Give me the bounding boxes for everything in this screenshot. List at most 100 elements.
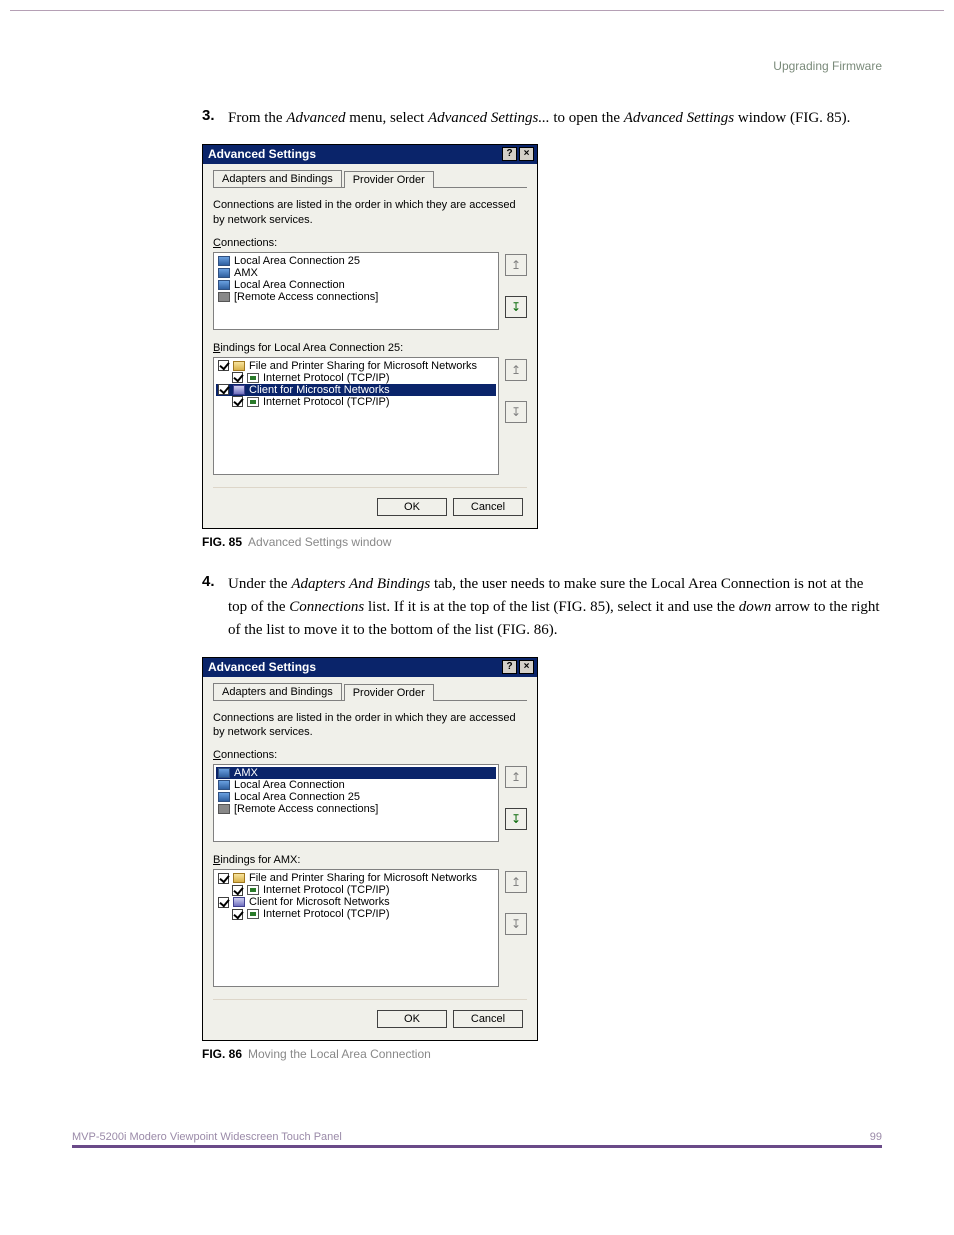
connections-label: Connections: bbox=[213, 237, 527, 249]
service-icon bbox=[233, 361, 245, 371]
move-up-button[interactable]: ↥ bbox=[505, 359, 527, 381]
dialog-title: Advanced Settings bbox=[208, 660, 316, 674]
bindings-listbox[interactable]: File and Printer Sharing for Microsoft N… bbox=[213, 357, 499, 475]
list-item-label: Internet Protocol (TCP/IP) bbox=[263, 884, 390, 896]
text-italic: Advanced Settings bbox=[624, 110, 734, 126]
list-item[interactable]: Local Area Connection 25 bbox=[216, 791, 496, 803]
checkbox-icon[interactable] bbox=[232, 396, 243, 407]
checkbox-icon[interactable] bbox=[232, 909, 243, 920]
figure-caption-85: FIG. 85 Advanced Settings window bbox=[202, 535, 882, 549]
network-icon bbox=[218, 256, 230, 266]
move-down-button[interactable]: ↧ bbox=[505, 913, 527, 935]
network-icon bbox=[218, 792, 230, 802]
checkbox-icon[interactable] bbox=[232, 885, 243, 896]
protocol-icon bbox=[247, 373, 259, 383]
help-button[interactable]: ? bbox=[502, 660, 517, 674]
list-item[interactable]: Local Area Connection bbox=[216, 279, 496, 291]
text: window (FIG. 85). bbox=[734, 110, 850, 126]
tab-adapters-bindings[interactable]: Adapters and Bindings bbox=[213, 683, 342, 700]
close-button[interactable]: × bbox=[519, 660, 534, 674]
step-number: 4. bbox=[202, 573, 228, 643]
list-item[interactable]: Internet Protocol (TCP/IP) bbox=[216, 396, 496, 408]
text: Under the bbox=[228, 576, 291, 592]
list-item[interactable]: Local Area Connection bbox=[216, 779, 496, 791]
step-4: 4. Under the Adapters And Bindings tab, … bbox=[202, 573, 882, 643]
checkbox-icon[interactable] bbox=[218, 897, 229, 908]
list-item-selected[interactable]: AMX bbox=[216, 767, 496, 779]
list-item[interactable]: [Remote Access connections] bbox=[216, 803, 496, 815]
tab-provider-order[interactable]: Provider Order bbox=[344, 684, 434, 701]
list-item-label: Client for Microsoft Networks bbox=[249, 896, 390, 908]
service-icon bbox=[233, 873, 245, 883]
advanced-settings-dialog-1: Advanced Settings ? × Adapters and Bindi… bbox=[202, 144, 538, 529]
list-item[interactable]: Internet Protocol (TCP/IP) bbox=[216, 908, 496, 920]
list-item-selected[interactable]: Client for Microsoft Networks bbox=[216, 384, 496, 396]
step-3: 3. From the Advanced menu, select Advanc… bbox=[202, 107, 882, 130]
connections-listbox[interactable]: AMX Local Area Connection Local Area Con… bbox=[213, 764, 499, 842]
network-icon bbox=[218, 268, 230, 278]
list-item[interactable]: [Remote Access connections] bbox=[216, 291, 496, 303]
list-item[interactable]: AMX bbox=[216, 267, 496, 279]
bindings-label: Bindings for Local Area Connection 25: bbox=[213, 342, 527, 354]
text-italic: Adapters And Bindings bbox=[291, 576, 430, 592]
text-italic: Advanced Settings... bbox=[428, 110, 550, 126]
advanced-settings-dialog-2: Advanced Settings ? × Adapters and Bindi… bbox=[202, 657, 538, 1042]
close-button[interactable]: × bbox=[519, 147, 534, 161]
move-up-button[interactable]: ↥ bbox=[505, 766, 527, 788]
tab-adapters-bindings[interactable]: Adapters and Bindings bbox=[213, 170, 342, 187]
text: From the bbox=[228, 110, 286, 126]
text-italic: down bbox=[739, 599, 772, 615]
move-down-button[interactable]: ↧ bbox=[505, 808, 527, 830]
text: menu, select bbox=[345, 110, 427, 126]
protocol-icon bbox=[247, 397, 259, 407]
list-item-label: Internet Protocol (TCP/IP) bbox=[263, 908, 390, 920]
list-item[interactable]: File and Printer Sharing for Microsoft N… bbox=[216, 872, 496, 884]
figure-text: Advanced Settings window bbox=[248, 535, 391, 549]
checkbox-icon[interactable] bbox=[218, 360, 229, 371]
connections-label: Connections: bbox=[213, 749, 527, 761]
list-item-label: Internet Protocol (TCP/IP) bbox=[263, 396, 390, 408]
list-item[interactable]: Client for Microsoft Networks bbox=[216, 896, 496, 908]
protocol-icon bbox=[247, 885, 259, 895]
list-item-label: Internet Protocol (TCP/IP) bbox=[263, 372, 390, 384]
figure-text: Moving the Local Area Connection bbox=[248, 1047, 431, 1061]
list-item[interactable]: Internet Protocol (TCP/IP) bbox=[216, 884, 496, 896]
page-footer: MVP-5200i Modero Viewpoint Widescreen To… bbox=[72, 1131, 882, 1148]
checkbox-icon[interactable] bbox=[218, 384, 229, 395]
checkbox-icon[interactable] bbox=[232, 372, 243, 383]
dialog-description: Connections are listed in the order in w… bbox=[213, 198, 527, 227]
list-item[interactable]: File and Printer Sharing for Microsoft N… bbox=[216, 360, 496, 372]
ok-button[interactable]: OK bbox=[377, 498, 447, 516]
help-button[interactable]: ? bbox=[502, 147, 517, 161]
cancel-button[interactable]: Cancel bbox=[453, 1010, 523, 1028]
text-italic: Advanced bbox=[286, 110, 345, 126]
client-icon bbox=[233, 897, 245, 907]
list-item-label: Local Area Connection bbox=[234, 779, 345, 791]
move-down-button[interactable]: ↧ bbox=[505, 296, 527, 318]
cancel-button[interactable]: Cancel bbox=[453, 498, 523, 516]
protocol-icon bbox=[247, 909, 259, 919]
tab-strip: Adapters and Bindings Provider Order bbox=[213, 170, 527, 188]
text-italic: Connections bbox=[289, 599, 364, 615]
list-item-label: [Remote Access connections] bbox=[234, 291, 378, 303]
figure-label: FIG. 85 bbox=[202, 535, 242, 549]
dialog-titlebar[interactable]: Advanced Settings ? × bbox=[203, 658, 537, 677]
checkbox-icon[interactable] bbox=[218, 873, 229, 884]
section-header: Upgrading Firmware bbox=[72, 59, 882, 73]
remote-icon bbox=[218, 292, 230, 302]
ok-button[interactable]: OK bbox=[377, 1010, 447, 1028]
move-down-button[interactable]: ↧ bbox=[505, 401, 527, 423]
dialog-titlebar[interactable]: Advanced Settings ? × bbox=[203, 145, 537, 164]
list-item-label: [Remote Access connections] bbox=[234, 803, 378, 815]
step-text: From the Advanced menu, select Advanced … bbox=[228, 107, 882, 130]
tab-provider-order[interactable]: Provider Order bbox=[344, 171, 434, 188]
bindings-listbox[interactable]: File and Printer Sharing for Microsoft N… bbox=[213, 869, 499, 987]
move-up-button[interactable]: ↥ bbox=[505, 254, 527, 276]
list-item[interactable]: Internet Protocol (TCP/IP) bbox=[216, 372, 496, 384]
connections-listbox[interactable]: Local Area Connection 25 AMX Local Area … bbox=[213, 252, 499, 330]
list-item[interactable]: Local Area Connection 25 bbox=[216, 255, 496, 267]
list-item-label: File and Printer Sharing for Microsoft N… bbox=[249, 872, 477, 884]
figure-label: FIG. 86 bbox=[202, 1047, 242, 1061]
move-up-button[interactable]: ↥ bbox=[505, 871, 527, 893]
text: to open the bbox=[550, 110, 624, 126]
